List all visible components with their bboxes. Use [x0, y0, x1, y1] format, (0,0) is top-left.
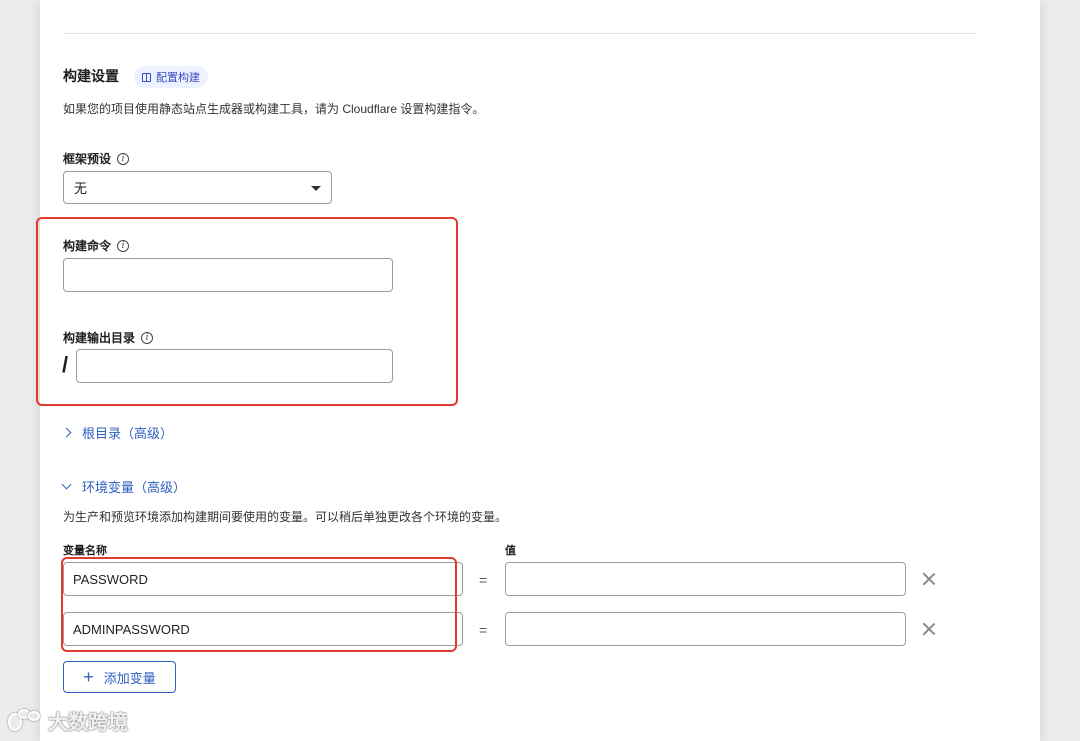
framework-preset-value: 无 [74, 181, 88, 196]
info-icon[interactable]: i [117, 152, 130, 165]
configure-build-label: 配置构建 [156, 72, 200, 84]
remove-var-icon[interactable] [922, 622, 936, 636]
watermark: 大数跨境 [8, 706, 128, 735]
framework-preset-label: 框架预设 i [63, 150, 130, 167]
remove-var-icon[interactable] [922, 572, 936, 586]
caret-down-icon [311, 186, 321, 191]
build-settings-title: 构建设置 [63, 68, 119, 84]
chevron-down-icon [61, 479, 72, 490]
var-name-header: 变量名称 [63, 545, 107, 557]
var-value-input[interactable] [505, 562, 906, 596]
document-icon [142, 72, 151, 82]
divider [63, 33, 977, 34]
build-settings-description: 如果您的项目使用静态站点生成器或构建工具，请为 Cloudflare 设置构建指… [63, 102, 485, 116]
equals-sign: = [479, 572, 488, 588]
env-vars-expander[interactable]: 环境变量（高级） [61, 477, 187, 496]
highlight-box-build [36, 217, 458, 406]
env-vars-label: 环境变量（高级） [82, 480, 187, 495]
var-value-header: 值 [505, 545, 516, 557]
framework-preset-label-text: 框架预设 [63, 152, 112, 166]
env-vars-description: 为生产和预览环境添加构建期间要使用的变量。可以稍后单独更改各个环境的变量。 [63, 510, 508, 524]
highlight-box-env [61, 557, 457, 652]
watermark-logo-icon [8, 708, 44, 733]
var-value-input[interactable] [505, 612, 906, 646]
plus-icon: + [83, 667, 94, 687]
add-variable-label: 添加变量 [103, 670, 156, 686]
equals-sign: = [479, 622, 488, 638]
add-variable-button[interactable]: + 添加变量 [63, 661, 176, 693]
chevron-right-icon [61, 427, 72, 438]
configure-build-link[interactable]: 配置构建 [134, 66, 208, 88]
root-dir-expander[interactable]: 根目录（高级） [61, 423, 174, 442]
framework-preset-select[interactable]: 无 [63, 171, 332, 204]
root-dir-label: 根目录（高级） [82, 426, 174, 441]
watermark-text: 大数跨境 [48, 712, 128, 734]
